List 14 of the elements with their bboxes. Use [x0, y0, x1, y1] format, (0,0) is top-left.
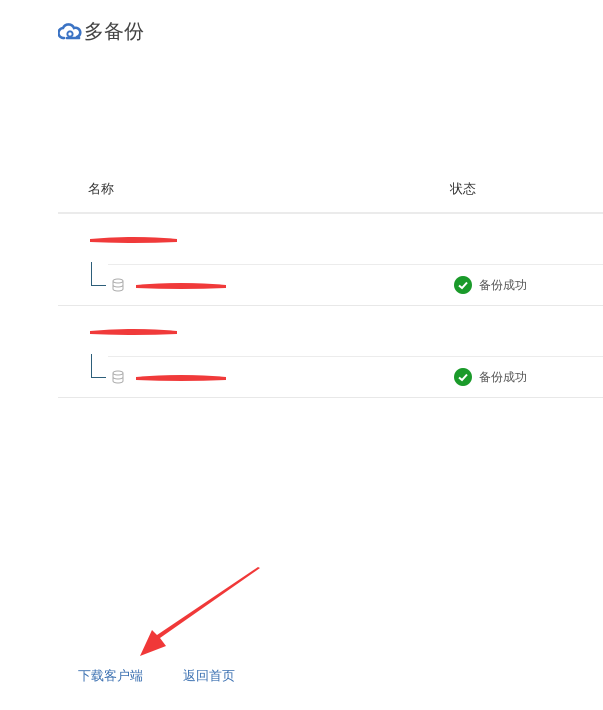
status-text: 备份成功: [479, 369, 527, 386]
database-icon: [112, 278, 124, 292]
logo-text: 多备份: [84, 22, 144, 42]
check-icon: [454, 368, 472, 386]
check-icon: [454, 276, 472, 294]
database-icon: [112, 370, 124, 384]
tree-connector: [91, 354, 106, 378]
cloud-logo-icon: [58, 23, 82, 41]
footer-link[interactable]: 返回首页: [183, 666, 235, 686]
column-header: 名称: [88, 180, 115, 198]
column-header: 状态: [450, 180, 476, 198]
footer-link[interactable]: 下载客户端: [78, 666, 143, 686]
tree-connector: [91, 262, 106, 286]
status-text: 备份成功: [479, 277, 527, 294]
